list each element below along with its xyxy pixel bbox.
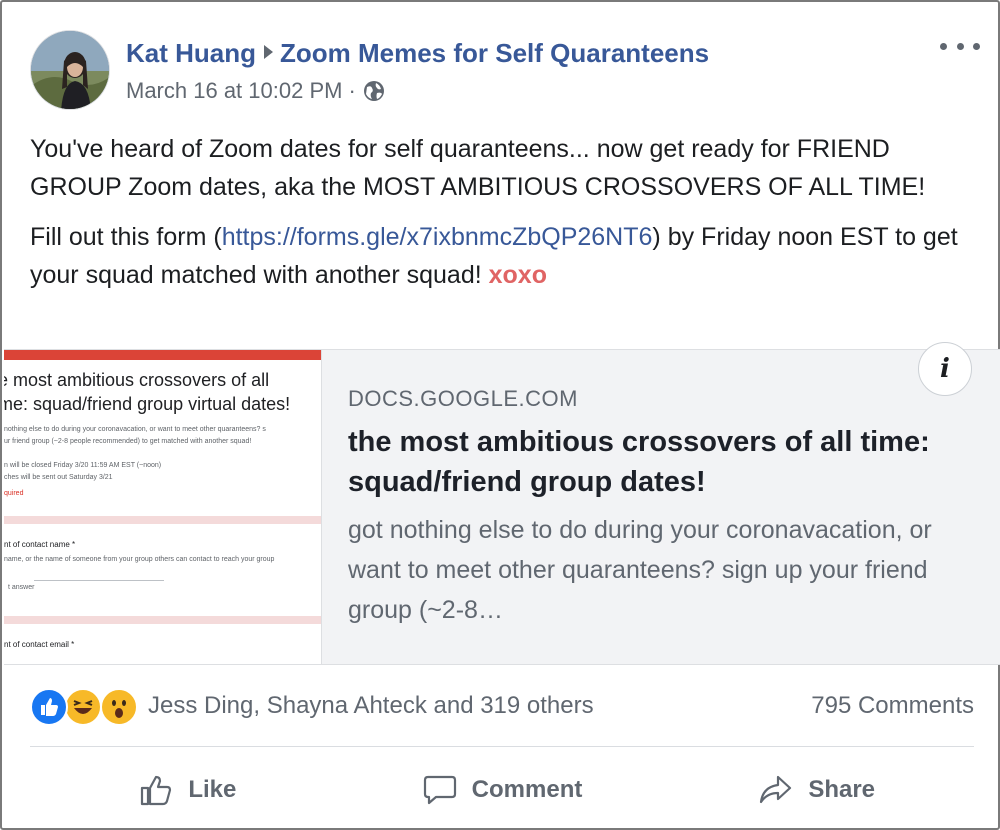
wow-reaction-icon [100, 688, 138, 726]
form-link[interactable]: https://forms.gle/x7ixbnmcZbQP26NT6 [222, 223, 653, 251]
thumbnail-question: nt of contact email * [4, 640, 75, 649]
thumbnail-title-line: e most ambitious crossovers of all [4, 370, 270, 390]
thumbnail-answer: t answer [8, 584, 35, 591]
like-label: Like [188, 776, 237, 803]
link-preview-card[interactable]: e most ambitious crossovers of all me: s… [4, 349, 1000, 665]
thumbnail-text: nothing else to do during your coronavac… [4, 426, 266, 433]
reaction-icons[interactable] [30, 688, 142, 726]
like-reaction-icon [30, 688, 68, 726]
post-meta: March 16 at 10:02 PM · [126, 78, 386, 104]
ellipsis-icon[interactable] [940, 34, 980, 58]
share-arrow-icon [760, 775, 792, 804]
answer-underline [34, 580, 164, 581]
xoxo-tag: xoxo [488, 261, 547, 289]
thumbnail-required: quired [4, 490, 24, 497]
triangle-right-icon [262, 36, 274, 67]
action-bar: Like Comment Share [30, 764, 974, 816]
form-divider [4, 516, 321, 524]
link-description: got nothing else to do during your coron… [348, 516, 932, 624]
actions-divider [30, 746, 974, 747]
thumbnail-question: nt of contact name * [4, 540, 76, 549]
reactions-bar: Jess Ding, Shayna Ahteck and 319 others … [30, 686, 974, 728]
form-header-bar [4, 350, 321, 360]
reaction-names[interactable]: Jess Ding, Shayna Ahteck and 319 others [148, 692, 594, 720]
post-paragraph-2: Fill out this form (https://forms.gle/x7… [30, 218, 980, 294]
globe-icon[interactable] [362, 79, 386, 103]
thumbnail-help: name, or the name of someone from your g… [4, 556, 275, 563]
thumbnail-text: ur friend group (~2-8 people recommended… [4, 438, 252, 445]
group-name[interactable]: Zoom Memes for Self Quaranteens [280, 38, 709, 68]
post-timestamp[interactable]: March 16 at 10:02 PM [126, 78, 342, 104]
post-header: Kat Huang Zoom Memes for Self Quaranteens… [30, 30, 980, 112]
comment-button[interactable]: Comment [345, 764, 660, 816]
paragraph-text: Fill out this form ( [30, 223, 222, 251]
thumbnail-title: e most ambitious crossovers of all me: s… [4, 368, 290, 416]
form-divider [4, 616, 321, 624]
share-button[interactable]: Share [659, 764, 974, 816]
link-domain: DOCS.GOOGLE.COM [348, 386, 578, 411]
haha-reaction-icon [64, 688, 102, 726]
author-name[interactable]: Kat Huang [126, 38, 256, 68]
speech-bubble-icon [423, 775, 456, 805]
comments-count[interactable]: 795 Comments [811, 692, 974, 720]
link-title: the most ambitious crossovers of all tim… [348, 426, 930, 498]
avatar-photo [31, 31, 109, 109]
comment-label: Comment [471, 776, 583, 803]
thumbs-up-icon [141, 775, 172, 806]
link-info: DOCS.GOOGLE.COM the most ambitious cross… [348, 386, 968, 630]
thumbnail-text: ches will be sent out Saturday 3/21 [4, 474, 113, 481]
thumbnail-text: n will be closed Friday 3/20 11:59 AM ES… [4, 462, 162, 469]
author-line: Kat Huang Zoom Memes for Self Quaranteens [126, 36, 709, 69]
post-paragraph-1: You've heard of Zoom dates for self quar… [30, 135, 926, 201]
post-body: You've heard of Zoom dates for self quar… [30, 130, 980, 294]
link-thumbnail: e most ambitious crossovers of all me: s… [4, 350, 322, 664]
author-avatar[interactable] [30, 30, 110, 110]
info-icon[interactable]: i [918, 342, 972, 396]
like-button[interactable]: Like [30, 764, 345, 816]
meta-separator: · [348, 78, 356, 103]
share-label: Share [808, 776, 876, 803]
post-card: Kat Huang Zoom Memes for Self Quaranteens… [0, 0, 1000, 830]
thumbnail-title-line: me: squad/friend group virtual dates! [4, 394, 291, 414]
